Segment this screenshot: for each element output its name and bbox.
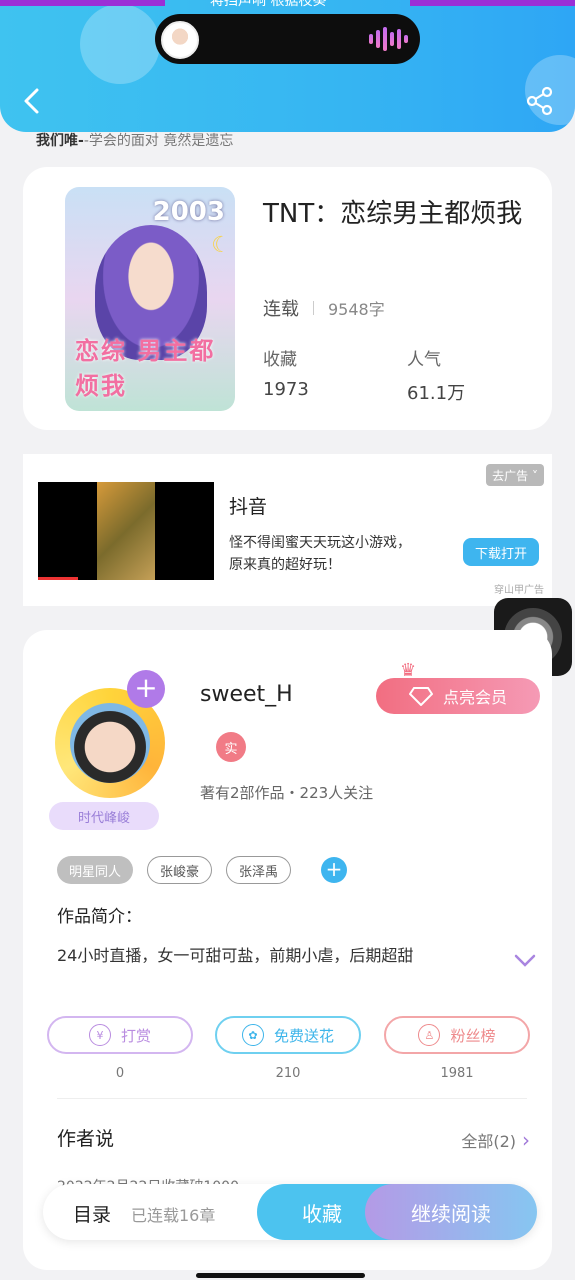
author-says-label: 作者说 (57, 1128, 115, 1150)
ad-banner[interactable]: 去广告 ˅ 抖音 怪不得闺蜜天天玩这小游戏， 原来真的超好玩！ 下载打开 穿山甲… (23, 454, 552, 606)
decor-bubble (80, 4, 160, 84)
diamond-icon (408, 687, 433, 706)
collect-label: 收藏 (263, 350, 297, 370)
follow-plus-icon[interactable]: + (127, 670, 165, 708)
avatar-frame-tag: 时代峰峻 (49, 802, 159, 830)
ad-game-preview (97, 482, 155, 580)
intro-label: 作品简介： (57, 907, 142, 927)
tip-button[interactable]: ¥ 打赏 (47, 1016, 193, 1054)
user-icon: ♙ (418, 1024, 441, 1046)
chevron-right-icon: › (522, 1128, 530, 1152)
cover-caption: 恋综 男主都烦我 (75, 337, 216, 400)
tag-item[interactable]: 明星同人 (57, 856, 134, 884)
cover-year: 2003 (152, 197, 225, 227)
word-count: 9548字 (328, 300, 385, 319)
top-header: 蒋挡声响 根据枝葵 (0, 0, 575, 132)
author-avatar[interactable]: + 时代峰峻 (47, 670, 187, 830)
book-status-row: 连载 9548字 (263, 295, 385, 321)
ad-source: 穿山甲广告 (494, 585, 544, 596)
chevron-down-icon[interactable] (513, 952, 537, 968)
ad-description: 怪不得闺蜜天天玩这小游戏， 原来真的超好玩！ (229, 535, 411, 573)
serial-status: 连载 (263, 299, 299, 320)
serial-chapters: 已连载16章 (131, 1206, 216, 1225)
popularity-value: 61.1万 (407, 383, 466, 404)
music-avatar (161, 21, 199, 59)
fans-count: 1981 (440, 1066, 474, 1081)
author-works-summary: 著有2部作品・223人关注 (200, 784, 374, 802)
intro-text: 24小时直播，女一可甜可盐，前期小虐，后期超甜 (57, 946, 414, 965)
popularity-label: 人气 (407, 350, 441, 370)
fans-rank-button[interactable]: ♙ 粉丝榜 (384, 1016, 530, 1054)
chapter-subtitle: 我们唯--学会的面对 竟然是遗忘 (36, 133, 234, 149)
music-island[interactable] (155, 14, 420, 64)
book-cover[interactable]: 2003 ☾ 恋综 男主都烦我 (65, 187, 235, 411)
moon-icon: ☾ (211, 233, 231, 258)
ad-download-button[interactable]: 下载打开 (463, 538, 539, 566)
ad-brand: 抖音 (229, 496, 268, 518)
flower-icon: ✿ (241, 1024, 264, 1046)
continue-reading-button[interactable]: 继续阅读 (365, 1184, 537, 1240)
yuan-icon: ¥ (88, 1024, 111, 1046)
divider (57, 1098, 527, 1099)
book-title: TNT：恋综男主都烦我 (263, 199, 523, 229)
toc-button[interactable]: 目录 (73, 1200, 111, 1227)
bottom-action-bar: 目录 已连载16章 收藏 继续阅读 (43, 1184, 537, 1240)
home-indicator (196, 1273, 365, 1278)
remove-ad-button[interactable]: 去广告 ˅ (486, 464, 544, 486)
vip-button[interactable]: ♛ 点亮会员 (376, 660, 540, 714)
add-tag-icon[interactable]: + (321, 857, 348, 883)
back-icon[interactable] (18, 86, 48, 116)
sound-wave-icon (369, 27, 408, 51)
author-says-all-link[interactable]: 全部(2) › (461, 1128, 530, 1152)
status-strip (410, 0, 575, 6)
video-progress (38, 577, 78, 580)
send-flower-button[interactable]: ✿ 免费送花 (215, 1016, 361, 1054)
status-strip (0, 0, 165, 6)
tag-list: 明星同人 张峻豪 张泽禹 + (57, 856, 348, 884)
tag-item[interactable]: 张峻豪 (147, 856, 213, 884)
share-icon[interactable] (525, 86, 555, 116)
music-ticker: 蒋挡声响 根据枝葵 (210, 0, 327, 9)
avatar (70, 703, 150, 783)
divider (313, 301, 314, 315)
book-info-card: 2003 ☾ 恋综 男主都烦我 TNT：恋综男主都烦我 连载 9548字 收藏 … (23, 167, 552, 430)
crown-icon: ♛ (400, 660, 417, 681)
flower-count: 210 (275, 1066, 301, 1081)
tag-item[interactable]: 张泽禹 (226, 856, 292, 884)
author-name[interactable]: sweet_H (200, 682, 293, 707)
verified-badge: 实 (216, 732, 246, 762)
ad-video[interactable] (38, 482, 214, 580)
collect-value: 1973 (263, 379, 309, 400)
author-card: + 时代峰峻 sweet_H 实 ♛ 点亮会员 著有2部作品・223人关注 明星… (23, 630, 552, 1270)
tip-count: 0 (115, 1066, 125, 1081)
